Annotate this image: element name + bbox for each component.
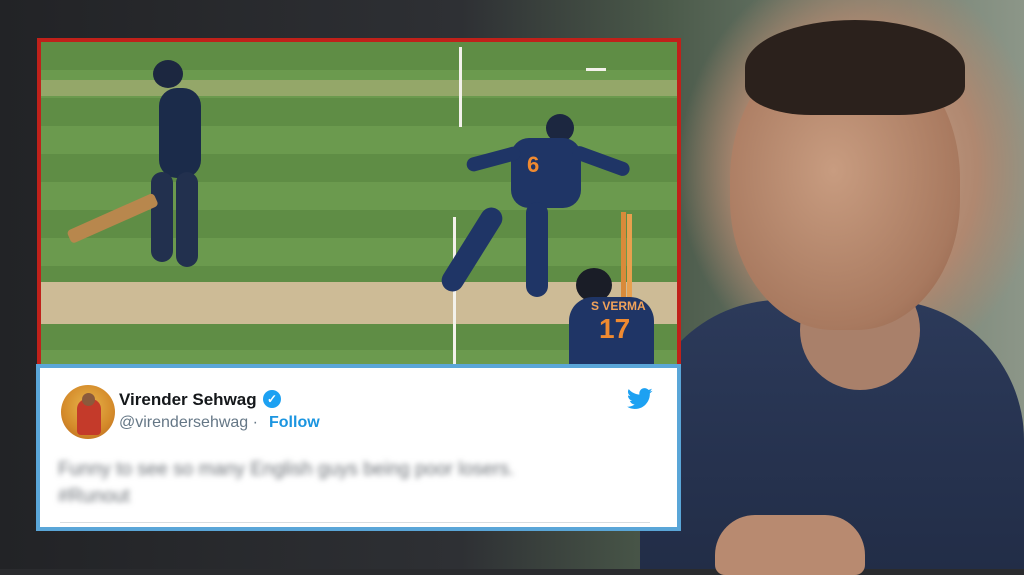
stump [621,212,626,302]
avatar-face [82,393,95,406]
avatar[interactable] [61,385,115,439]
author-handle[interactable]: @virendersehwag · [119,414,258,432]
stump [627,214,632,302]
pitch-far-end [41,80,677,96]
batter-leg [151,172,173,262]
twitter-bird-icon[interactable] [627,388,653,410]
tweet-text-line: Funny to see so many English guys being … [58,459,515,480]
verified-badge-icon: ✓ [263,390,281,408]
far-stumps-line [586,68,606,71]
keeper-jersey-number: 17 [599,313,631,344]
tweet-divider [60,522,650,523]
tweet-hashtag[interactable]: #Runout [58,483,618,510]
bowler-jersey-number: 6 [527,152,540,177]
portrait-hair [745,20,965,115]
batter-leg [176,172,198,267]
author-name[interactable]: Virender Sehwag [119,390,257,410]
tweet-text: Funny to see so many English guys being … [58,456,618,510]
cricket-bat [66,192,159,245]
bowler-leg [526,202,548,297]
crease-line-far [459,47,462,127]
portrait-hand [715,515,865,575]
cricket-photo: 6 S VERMA 17 [37,38,681,368]
batter-body [159,88,201,178]
batter-helmet [153,60,183,88]
embedded-tweet: Virender Sehwag ✓ @virendersehwag · Foll… [36,364,681,531]
keeper-body: S VERMA 17 [569,297,654,364]
bowler-body: 6 [511,138,581,208]
keeper-name: S VERMA [591,299,646,313]
crease-line-near [453,217,456,364]
follow-button[interactable]: Follow [269,414,320,432]
